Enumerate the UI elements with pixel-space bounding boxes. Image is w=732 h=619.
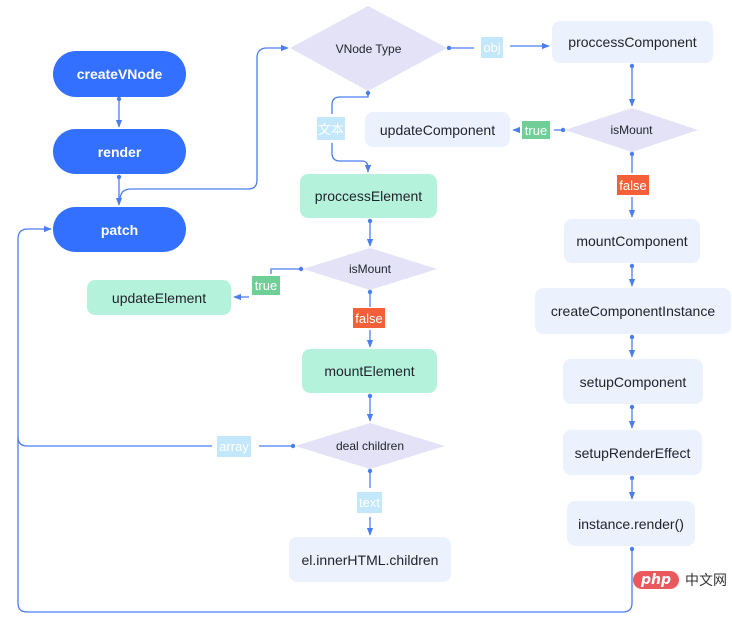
php-logo-text: 中文网 — [685, 572, 728, 588]
node-updatecomponent: updateComponent — [365, 112, 510, 147]
edge-label-element-false: false — [353, 308, 385, 328]
node-proccesselement: proccessElement — [300, 174, 437, 218]
php-logo-badge: php — [633, 571, 680, 589]
edge-label-component-true: true — [522, 121, 550, 139]
edge-label-obj: obj — [481, 37, 503, 58]
node-mountcomponent: mountComponent — [564, 219, 700, 263]
node-createvnode: createVNode — [53, 51, 186, 97]
edge-array-left — [17, 436, 212, 447]
node-instance-render: instance.render() — [567, 501, 695, 546]
edge-elementismount-true — [270, 268, 301, 274]
edge-vnodetype-text — [331, 93, 369, 114]
decision-vnode-type: VNode Type — [335, 41, 402, 56]
node-render: render — [53, 129, 186, 174]
edge-text-proccesselement — [331, 143, 372, 173]
node-proccesscomponent: proccessComponent — [552, 21, 713, 63]
node-setupcomponent: setupComponent — [563, 359, 703, 404]
node-updateelement: updateElement — [87, 280, 231, 315]
node-mountelement: mountElement — [302, 349, 437, 393]
decision-element-ismount: isMount — [348, 262, 392, 276]
node-innerhtml-children: el.innerHTML.children — [289, 537, 451, 582]
decision-component-ismount: isMount — [610, 123, 653, 137]
node-patch: patch — [53, 207, 186, 252]
decision-deal-children: deal children — [335, 439, 405, 453]
node-setuprendereffect: setupRenderEffect — [563, 430, 702, 475]
edge-label-element-true: true — [252, 276, 280, 295]
edge-label-text: text — [357, 492, 382, 513]
edge-label-component-false: false — [617, 175, 649, 195]
edge-label-text-cn: 文本 — [317, 117, 345, 140]
watermark: php 中文网 — [633, 570, 727, 590]
edge-label-array: array — [217, 436, 251, 457]
node-createcomponentinstance: createComponentInstance — [535, 288, 731, 334]
